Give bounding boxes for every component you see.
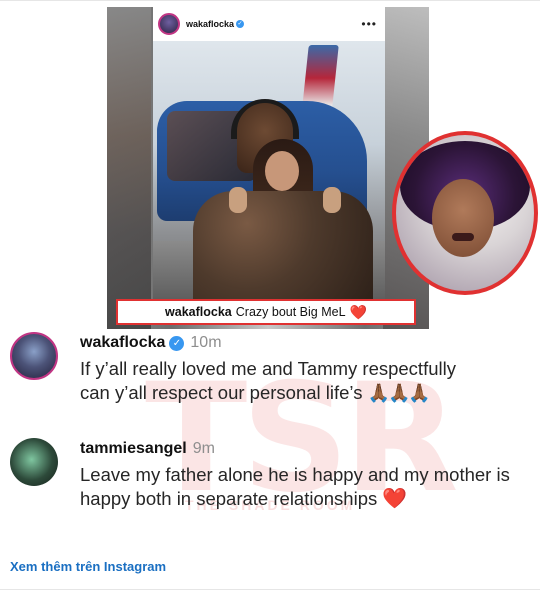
comment-body: wakaflocka ✓ 10m If y’all really loved m… xyxy=(80,332,480,405)
post-author-username: wakaflocka xyxy=(186,19,235,29)
comment-avatar[interactable] xyxy=(10,438,58,486)
post-author-avatar xyxy=(158,13,180,35)
view-more-on-instagram-link[interactable]: Xem thêm trên Instagram xyxy=(10,559,166,574)
comment-text: If y’all really loved me and Tammy respe… xyxy=(80,357,480,405)
more-options-icon: ••• xyxy=(361,17,377,31)
heart-emoji: ❤️ xyxy=(349,303,367,320)
blurred-background-left xyxy=(107,7,151,329)
comment-timestamp: 9m xyxy=(192,440,215,457)
post-screenshot-image: wakaflocka ✓ ••• xyxy=(107,7,429,329)
comment-item: wakaflocka ✓ 10m If y’all really loved m… xyxy=(10,332,480,405)
fur-coat xyxy=(193,191,373,299)
post-photo xyxy=(153,41,385,299)
comment-timestamp: 10m xyxy=(190,334,222,351)
inset-portrait-face xyxy=(432,179,494,257)
comment-header: wakaflocka ✓ 10m xyxy=(80,332,480,354)
inset-portrait-lips xyxy=(452,233,474,241)
comment-text: Leave my father alone he is happy and my… xyxy=(80,463,510,511)
caption-text: Crazy bout Big MeL xyxy=(235,305,346,319)
verified-badge-icon: ✓ xyxy=(169,335,185,351)
comment-text-body: Leave my father alone he is happy and my… xyxy=(80,464,510,509)
comment-item: tammiesangel 9m Leave my father alone he… xyxy=(10,438,510,511)
comment-header: tammiesangel 9m xyxy=(80,438,510,460)
comment-avatar[interactable] xyxy=(10,332,58,380)
praying-hands-emoji: 🙏🏾🙏🏾🙏🏾 xyxy=(367,383,431,403)
woman-face xyxy=(265,151,299,191)
peace-sign-hand-right xyxy=(323,187,341,213)
caption-username: wakaflocka xyxy=(165,305,232,319)
peace-sign-hand-left xyxy=(229,187,247,213)
comment-username[interactable]: wakaflocka xyxy=(80,334,165,352)
post-header: wakaflocka ✓ ••• xyxy=(153,7,385,41)
inset-portrait xyxy=(392,131,538,295)
post-caption: wakaflocka Crazy bout Big MeL ❤️ xyxy=(116,299,416,325)
comment-username[interactable]: tammiesangel xyxy=(80,440,187,458)
heart-emoji: ❤️ xyxy=(382,488,408,510)
embed-frame: wakaflocka ✓ ••• wakaflocka Crazy bout B… xyxy=(0,0,540,590)
comment-body: tammiesangel 9m Leave my father alone he… xyxy=(80,438,510,511)
verified-badge-icon: ✓ xyxy=(236,20,245,28)
instagram-post-card: wakaflocka ✓ ••• xyxy=(153,7,385,299)
comments-section: TSR THE SHADE ROOM wakaflocka ✓ 10m If y… xyxy=(10,332,530,552)
